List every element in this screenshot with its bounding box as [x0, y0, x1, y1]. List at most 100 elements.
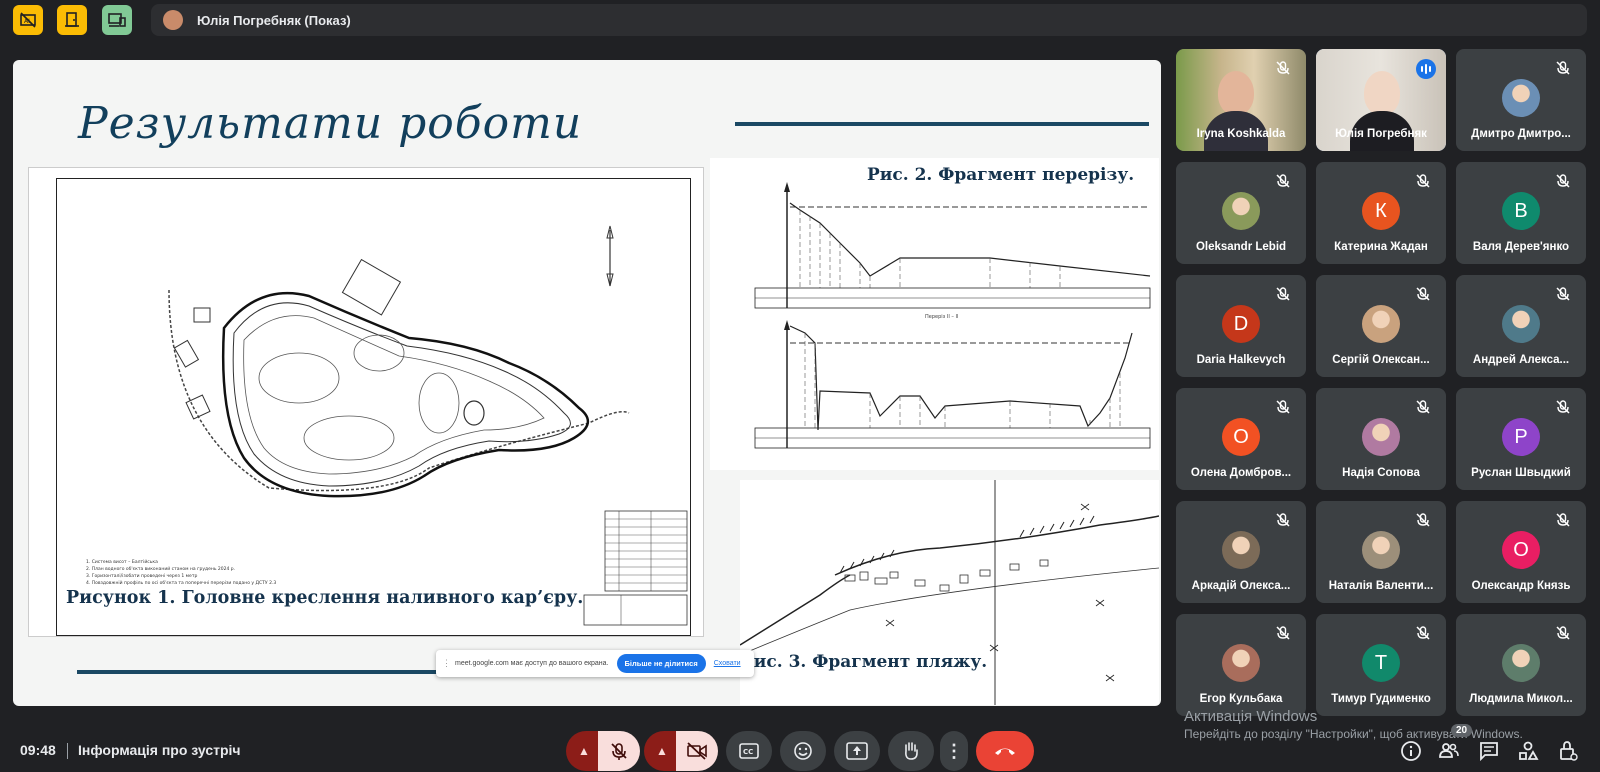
leave-call-button[interactable] — [976, 731, 1034, 771]
participant-tile[interactable]: Т Тимур Гудименко — [1316, 614, 1446, 716]
svg-text:3. Горизонталі/ізобати проведе: 3. Горизонталі/ізобати проведені через 1… — [86, 573, 197, 579]
captions-icon: CC — [739, 743, 759, 759]
participant-tile[interactable]: Дмитро Дмитро... — [1456, 49, 1586, 151]
avatar — [1362, 531, 1400, 569]
hide-notice-link[interactable]: Сховати — [714, 660, 741, 667]
activities-icon[interactable] — [1517, 740, 1539, 762]
participant-tile[interactable]: О Олександр Князь — [1456, 501, 1586, 603]
chevron-up-icon: ▲ — [578, 744, 590, 758]
participant-tile[interactable]: Iryna Koshkalda — [1176, 49, 1306, 151]
svg-text:1. Система висот – Балтійська: 1. Система висот – Балтійська — [86, 558, 158, 565]
emoji-button[interactable] — [780, 731, 826, 771]
avatar — [1502, 644, 1540, 682]
avatar — [1222, 644, 1260, 682]
participant-tile[interactable]: Наталія Валенти... — [1316, 501, 1446, 603]
participant-tile[interactable]: Людмила Микол... — [1456, 614, 1586, 716]
decorative-rule — [735, 122, 1149, 126]
participant-name: Валя Дерев'янко — [1472, 241, 1570, 253]
participant-name: Андрей Алекса... — [1472, 354, 1570, 366]
person-silhouette — [1364, 71, 1400, 115]
emoji-icon — [794, 742, 812, 760]
top-bar: AI Юлія Погребняк (Показ) — [0, 0, 1600, 40]
divider — [67, 743, 68, 759]
svg-text:Переріз II – II: Переріз II – II — [925, 314, 958, 320]
avatar-letter: Р — [1502, 418, 1540, 456]
mic-off-icon — [1274, 285, 1292, 303]
participant-tile[interactable]: Егор Кульбака — [1176, 614, 1306, 716]
participant-tile[interactable]: К Катерина Жадан — [1316, 162, 1446, 264]
chat-icon[interactable] — [1478, 740, 1500, 762]
door-icon[interactable] — [57, 5, 87, 35]
participant-name: Daria Halkevych — [1196, 354, 1286, 366]
participant-tile[interactable]: Oleksandr Lebid — [1176, 162, 1306, 264]
mic-off-icon — [1414, 398, 1432, 416]
participant-name: Людмила Микол... — [1469, 693, 1573, 705]
raise-hand-button[interactable] — [888, 731, 934, 771]
participant-name: Тимур Гудименко — [1331, 693, 1431, 705]
mic-off-icon — [1274, 398, 1292, 416]
participant-tile[interactable]: Сергій Олексан... — [1316, 275, 1446, 377]
figure-3-caption: Рис. 3. Фрагмент пляжу. — [741, 652, 988, 672]
mic-off-icon — [1414, 511, 1432, 529]
devices-icon[interactable] — [102, 5, 132, 35]
participant-name: Руслан Швыдкий — [1471, 467, 1571, 479]
participant-name: Oleksandr Lebid — [1195, 241, 1287, 253]
shared-screen: Результати роботи 1. Система висот – Бал… — [13, 60, 1161, 706]
avatar-letter: В — [1502, 192, 1540, 230]
participant-tile[interactable]: Андрей Алекса... — [1456, 275, 1586, 377]
bottom-bar: 09:48 Інформація про зустріч ▲ ▲ CC ⋮ 20 — [0, 724, 1600, 772]
mic-off-icon — [1274, 172, 1292, 190]
mic-off-icon — [1414, 172, 1432, 190]
mic-off-icon — [1274, 59, 1292, 77]
chevron-up-icon: ▲ — [656, 744, 668, 758]
presenter-bar[interactable]: Юлія Погребняк (Показ) — [151, 4, 1587, 36]
more-vert-icon: ⋮ — [945, 740, 963, 761]
camera-options-button[interactable]: ▲ — [644, 731, 680, 771]
participant-tile[interactable]: В Валя Дерев'янко — [1456, 162, 1586, 264]
svg-text:4. Повздовжній профіль по осі: 4. Повздовжній профіль по осі об'єкта та… — [86, 579, 276, 586]
person-silhouette — [1218, 71, 1254, 115]
svg-text:AI: AI — [24, 18, 30, 25]
mic-off-icon — [1554, 398, 1572, 416]
share-grip-icon[interactable]: ⋮ — [442, 658, 451, 669]
participant-name: Юлія Погребняк — [1335, 128, 1427, 140]
mic-off-icon — [1554, 59, 1572, 77]
info-icon[interactable] — [1400, 740, 1422, 762]
host-controls-icon[interactable] — [1556, 740, 1578, 762]
svg-text:2. План водного об'єкта викона: 2. План водного об'єкта виконаний станом… — [86, 565, 235, 572]
avatar — [1362, 305, 1400, 343]
participant-name: Сергій Олексан... — [1332, 354, 1430, 366]
windows-activation-title: Активація Windows — [1184, 708, 1318, 725]
participant-tile[interactable]: Надія Сопова — [1316, 388, 1446, 490]
captions-button[interactable]: CC — [726, 731, 772, 771]
participant-tile[interactable]: Р Руслан Швыдкий — [1456, 388, 1586, 490]
no-camera-icon[interactable]: AI — [13, 5, 43, 35]
avatar — [1222, 192, 1260, 230]
avatar-letter: О — [1502, 531, 1540, 569]
mic-toggle-button[interactable] — [598, 731, 640, 771]
participant-name: Олена Домбров... — [1190, 467, 1292, 479]
meeting-info-link[interactable]: Інформація про зустріч — [78, 742, 241, 758]
participant-tile[interactable]: Аркадій Олекса... — [1176, 501, 1306, 603]
more-options-button[interactable]: ⋮ — [940, 731, 968, 771]
figure-1-caption: Рисунок 1. Головне креслення наливного к… — [66, 588, 584, 608]
mic-off-icon — [1414, 285, 1432, 303]
participant-tile[interactable]: О Олена Домбров... — [1176, 388, 1306, 490]
avatar — [1502, 305, 1540, 343]
clock: 09:48 — [20, 742, 56, 758]
camera-toggle-button[interactable] — [676, 731, 718, 771]
mic-options-button[interactable]: ▲ — [566, 731, 602, 771]
mic-off-icon — [1554, 285, 1572, 303]
presenter-avatar — [163, 10, 183, 30]
people-icon[interactable] — [1438, 740, 1460, 762]
avatar-letter: D — [1222, 305, 1260, 343]
participant-tile[interactable]: Юлія Погребняк — [1316, 49, 1446, 151]
mic-off-icon — [1274, 511, 1292, 529]
participant-tile[interactable]: D Daria Halkevych — [1176, 275, 1306, 377]
quarry-plan-drawing: 1. Система висот – Балтійська 2. План во… — [86, 225, 688, 626]
avatar-letter: О — [1222, 418, 1260, 456]
present-button[interactable] — [834, 731, 880, 771]
mic-off-icon — [1554, 624, 1572, 642]
stop-sharing-button[interactable]: Більше не ділитися — [616, 654, 706, 673]
figure-2-caption: Рис. 2. Фрагмент перерізу. — [867, 165, 1135, 185]
